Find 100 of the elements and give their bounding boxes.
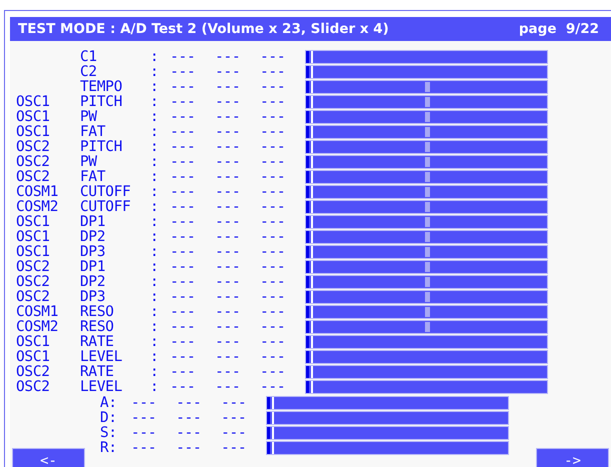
separator: : bbox=[150, 366, 160, 378]
value-text: --- bbox=[215, 110, 242, 124]
value-text: --- bbox=[170, 186, 196, 198]
separator: : bbox=[150, 246, 160, 258]
value-text: --- bbox=[260, 126, 286, 138]
group-label: OSC2 bbox=[16, 140, 51, 154]
slider-thumb[interactable] bbox=[306, 321, 315, 333]
slider-thumb[interactable] bbox=[306, 306, 315, 318]
slider-thumb[interactable] bbox=[306, 51, 315, 63]
value-text: --- bbox=[215, 336, 242, 348]
separator: : bbox=[150, 276, 160, 288]
slider-thumb[interactable] bbox=[306, 201, 315, 213]
value-text: --- bbox=[260, 96, 286, 108]
value-text: --- bbox=[215, 50, 242, 64]
value-text: --- bbox=[170, 350, 196, 364]
value-text: --- bbox=[170, 96, 196, 108]
value-text: --- bbox=[215, 276, 242, 288]
group-label: COSM2 bbox=[16, 320, 60, 334]
slider-thumb[interactable] bbox=[306, 336, 315, 348]
value-text: --- bbox=[260, 80, 286, 94]
value-text: --- bbox=[215, 230, 242, 244]
parameter-label: DP2 bbox=[80, 276, 106, 288]
parameter-label: RESO bbox=[80, 306, 115, 318]
slider-thumb[interactable] bbox=[306, 261, 315, 273]
separator: : bbox=[150, 80, 160, 94]
separator: : bbox=[150, 66, 160, 78]
value-text: --- bbox=[215, 320, 242, 334]
window-title: TEST MODE : A/D Test 2 (Volume x 23, Slider x 4) bbox=[18, 21, 389, 37]
slider-thumb[interactable] bbox=[306, 381, 315, 393]
group-label: OSC1 bbox=[16, 350, 51, 364]
value-text: --- bbox=[131, 412, 158, 424]
separator: : bbox=[150, 260, 160, 274]
parameter-label: FAT bbox=[80, 126, 106, 138]
separator: : bbox=[150, 96, 160, 108]
value-text: --- bbox=[215, 126, 242, 138]
value-text: --- bbox=[260, 306, 286, 318]
slider-thumb[interactable] bbox=[306, 156, 315, 168]
parameter-label: CUTOFF bbox=[80, 200, 132, 214]
group-label: OSC2 bbox=[16, 170, 51, 184]
separator: : bbox=[150, 186, 160, 198]
parameter-label: DP3 bbox=[80, 246, 106, 258]
slider-thumb[interactable] bbox=[306, 171, 315, 183]
value-text: --- bbox=[260, 230, 286, 244]
value-text: --- bbox=[215, 380, 242, 394]
value-text: --- bbox=[260, 336, 286, 348]
value-text: --- bbox=[260, 66, 286, 78]
value-text: --- bbox=[215, 290, 242, 304]
group-label: OSC1 bbox=[16, 246, 51, 258]
value-text: --- bbox=[170, 66, 196, 78]
value-text: --- bbox=[215, 80, 242, 94]
value-text: --- bbox=[215, 260, 242, 274]
envelope-label: R: bbox=[100, 442, 118, 454]
slider-thumb[interactable] bbox=[306, 276, 315, 288]
slider-thumb[interactable] bbox=[306, 216, 315, 228]
separator: : bbox=[150, 156, 160, 168]
slider-thumb[interactable] bbox=[306, 246, 315, 258]
slider-thumb[interactable] bbox=[306, 186, 315, 198]
group-label: OSC1 bbox=[16, 110, 51, 124]
slider-thumb[interactable] bbox=[306, 366, 315, 378]
parameter-label: LEVEL bbox=[80, 380, 124, 394]
slider-thumb[interactable] bbox=[306, 66, 315, 78]
slider-thumb[interactable] bbox=[267, 397, 276, 409]
slider-thumb[interactable] bbox=[306, 81, 315, 93]
value-text: --- bbox=[260, 380, 286, 394]
parameter-label: RATE bbox=[80, 366, 115, 378]
group-label: OSC2 bbox=[16, 276, 51, 288]
parameter-label: DP3 bbox=[80, 290, 106, 304]
value-text: --- bbox=[176, 396, 202, 410]
parameter-label: CUTOFF bbox=[80, 186, 132, 198]
parameter-label: DP1 bbox=[80, 260, 106, 274]
value-text: --- bbox=[170, 156, 196, 168]
separator: : bbox=[150, 170, 160, 184]
slider-thumb[interactable] bbox=[267, 427, 276, 439]
value-text: --- bbox=[260, 170, 286, 184]
group-label: OSC2 bbox=[16, 380, 51, 394]
value-text: --- bbox=[170, 50, 196, 64]
slider-thumb[interactable] bbox=[306, 231, 315, 243]
value-text: --- bbox=[260, 276, 286, 288]
next-page-button[interactable]: -> bbox=[536, 448, 609, 467]
separator: : bbox=[150, 216, 160, 228]
value-text: --- bbox=[170, 230, 196, 244]
slider-thumb[interactable] bbox=[306, 126, 315, 138]
slider-thumb[interactable] bbox=[267, 412, 276, 424]
slider-thumb[interactable] bbox=[306, 96, 315, 108]
parameter-label: DP1 bbox=[80, 216, 106, 228]
slider-thumb[interactable] bbox=[306, 291, 315, 303]
group-label: OSC1 bbox=[16, 230, 51, 244]
parameter-label: C1 bbox=[80, 50, 98, 64]
value-text: --- bbox=[215, 306, 242, 318]
slider-thumb[interactable] bbox=[306, 351, 315, 363]
value-text: --- bbox=[131, 396, 158, 410]
value-text: --- bbox=[221, 426, 248, 440]
value-text: --- bbox=[170, 290, 196, 304]
previous-page-button[interactable]: <- bbox=[12, 448, 85, 467]
slider-thumb[interactable] bbox=[267, 442, 276, 454]
value-text: --- bbox=[170, 336, 196, 348]
value-text: --- bbox=[170, 276, 196, 288]
slider-thumb[interactable] bbox=[306, 141, 315, 153]
slider-thumb[interactable] bbox=[306, 111, 315, 123]
group-label: OSC1 bbox=[16, 96, 51, 108]
